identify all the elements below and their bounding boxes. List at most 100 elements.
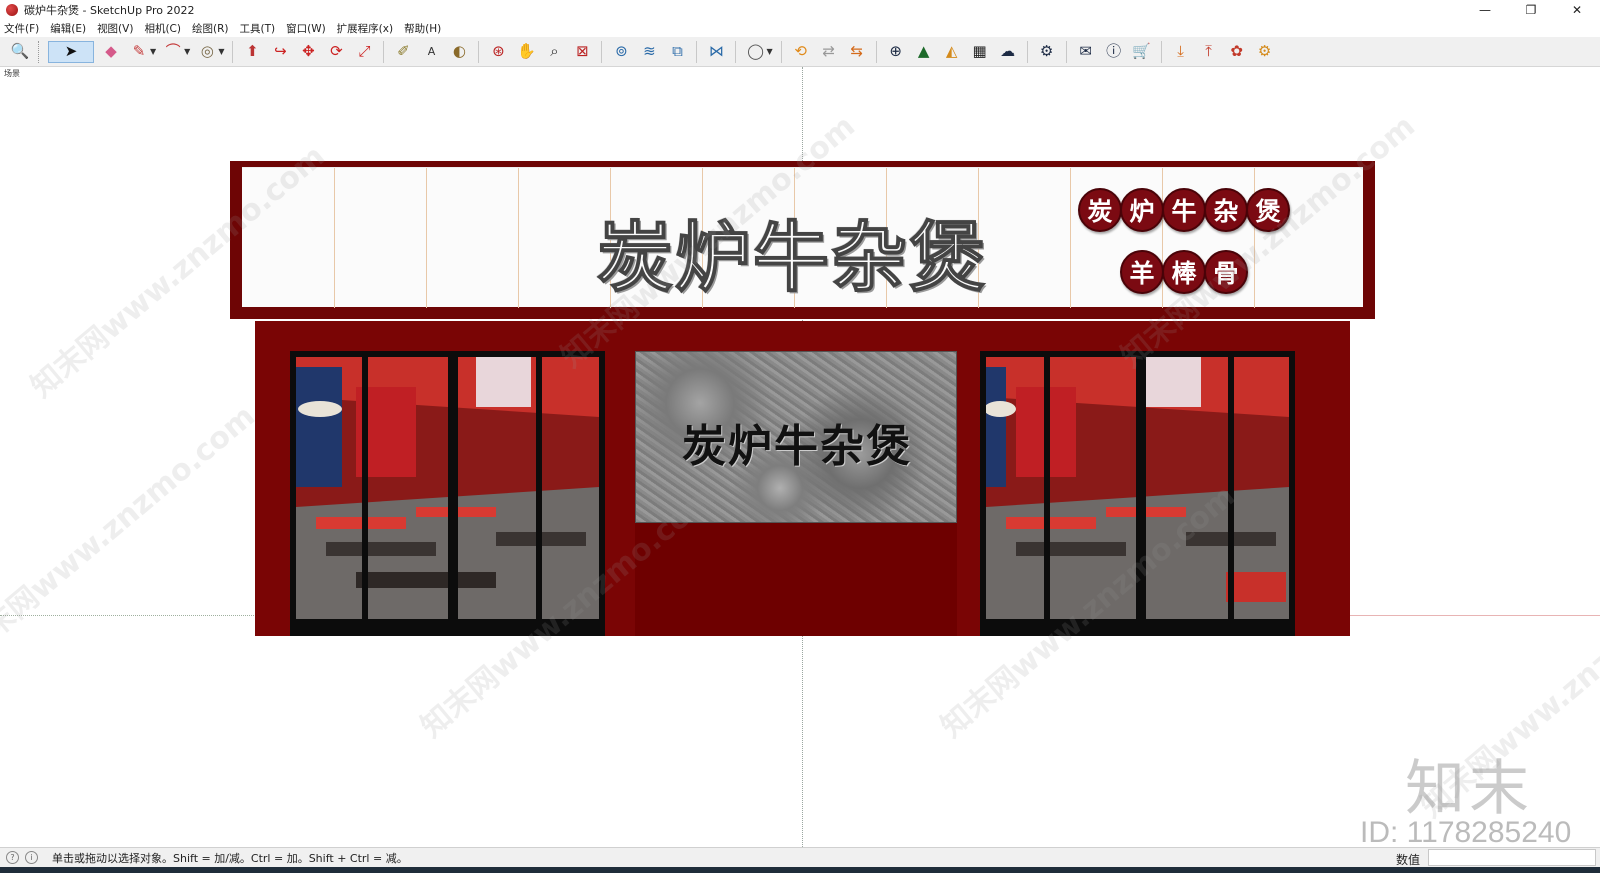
restore-button[interactable]: ❐ [1508, 0, 1554, 20]
cloud-upload-icon[interactable]: ☁ [997, 41, 1019, 63]
section-plane-icon[interactable]: ⊚ [610, 41, 632, 63]
sign-badge: 杂 [1204, 188, 1248, 232]
credits-icon[interactable]: i [25, 851, 38, 864]
account-icon[interactable]: ◯ [744, 41, 766, 63]
render-icon[interactable]: ✿ [1226, 41, 1248, 63]
sketchup-window: 碳炉牛杂煲 - SketchUp Pro 2022 — ❐ ✕ 文件(F) 编辑… [0, 0, 1600, 873]
brand-id-watermark: ID: 1178285240 [1360, 816, 1572, 849]
brand-watermark: 知末 [1405, 754, 1533, 824]
menu-window[interactable]: 窗口(W) [286, 21, 326, 36]
layers-icon[interactable]: ≋ [638, 41, 660, 63]
close-button[interactable]: ✕ [1554, 0, 1600, 20]
rotate-icon[interactable]: ⟳ [325, 41, 347, 63]
status-bar: ? i 单击或拖动以选择对象。Shift = 加/减。Ctrl = 加。Shif… [0, 847, 1600, 867]
info-icon[interactable]: ⓘ [1103, 41, 1125, 63]
menu-bar: 文件(F) 编辑(E) 视图(V) 相机(C) 绘图(R) 工具(T) 窗口(W… [0, 20, 1600, 37]
paint-bucket-icon[interactable]: ◐ [448, 41, 470, 63]
chevron-down-icon[interactable]: ▼ [218, 47, 224, 56]
main-toolbar: 🔍 ➤ ◆ ✎ ▼ ⌒ ▼ ◎ ▼ ⬆ ↪ ✥ ⟳ ⤢ ✐ A ◐ ⊛ ✋ ⌕ … [0, 37, 1600, 67]
door-glass-left [296, 357, 599, 619]
settings-icon[interactable]: ⚙ [1036, 41, 1058, 63]
measurements-label: 数值 [1396, 853, 1421, 867]
sign-panel-divider [1162, 168, 1163, 308]
menu-draw[interactable]: 绘图(R) [192, 21, 229, 36]
warehouse-icon[interactable]: ⟲ [790, 41, 812, 63]
menu-tools[interactable]: 工具(T) [239, 21, 275, 36]
checker-icon[interactable]: ▦ [969, 41, 991, 63]
sign-badge: 炭 [1078, 188, 1122, 232]
facade-wall: 炭炉牛杂煲 [255, 321, 1350, 636]
styles-icon[interactable]: ⧉ [666, 41, 688, 63]
push-pull-icon[interactable]: ⬆ [241, 41, 263, 63]
red-axis-line [1349, 615, 1600, 616]
sign-badge: 羊 [1120, 250, 1164, 294]
scale-icon[interactable]: ⤢ [353, 41, 375, 63]
follow-me-icon[interactable]: ↪ [269, 41, 291, 63]
chevron-down-icon[interactable]: ▼ [150, 47, 156, 56]
sign-badge: 煲 [1246, 188, 1290, 232]
export-icon[interactable]: ⤒ [1198, 41, 1220, 63]
geolocation-icon[interactable]: ? [6, 851, 19, 864]
minimize-button[interactable]: — [1462, 0, 1508, 20]
chevron-down-icon[interactable]: ▼ [184, 47, 190, 56]
left-glass-door[interactable] [290, 351, 605, 636]
sign-band: 炭炉牛杂煲 炭 炉 牛 杂 煲 羊 棒 骨 [230, 161, 1375, 319]
toolbar-divider [1160, 40, 1162, 63]
select-icon[interactable]: ➤ [48, 40, 94, 63]
pan-icon[interactable]: ✋ [515, 41, 537, 63]
scene-icon[interactable]: ⇆ [846, 41, 868, 63]
door-glass-right [986, 357, 1289, 619]
arc-icon[interactable]: ⌒ [162, 41, 184, 63]
model-viewport[interactable]: 炭炉牛杂煲 炭 炉 牛 杂 煲 羊 棒 骨 炭炉牛杂煲 知末网www.znzmo… [0, 67, 1600, 847]
toolbar-divider [383, 40, 385, 63]
right-glass-door[interactable] [980, 351, 1295, 636]
app-logo-icon [6, 4, 18, 16]
menu-camera[interactable]: 相机(C) [144, 21, 181, 36]
import-icon[interactable]: ⤓ [1170, 41, 1192, 63]
zoom-icon[interactable]: ⌕ [543, 41, 565, 63]
sign-panel-divider [518, 168, 519, 308]
toolbar-divider [478, 40, 480, 63]
sign-badge: 牛 [1162, 188, 1206, 232]
gears-icon[interactable]: ⚙ [1254, 41, 1276, 63]
move-icon[interactable]: ✥ [297, 41, 319, 63]
toolbar-divider [1065, 40, 1067, 63]
text-icon[interactable]: A [420, 41, 442, 63]
toolbar-divider [1026, 40, 1028, 63]
eraser-icon[interactable]: ◆ [100, 41, 122, 63]
zoom-extents-icon[interactable]: 🔍 [9, 41, 31, 63]
sign-panel-divider [1254, 168, 1255, 308]
components-icon[interactable]: ⋈ [705, 41, 727, 63]
add-icon[interactable]: ⊕ [885, 41, 907, 63]
window-title: 碳炉牛杂煲 - SketchUp Pro 2022 [24, 4, 195, 17]
terrain-icon[interactable]: ◭ [941, 41, 963, 63]
restaurant-interior-image [986, 357, 1289, 619]
tree-icon[interactable]: ▲ [913, 41, 935, 63]
menu-file[interactable]: 文件(F) [4, 21, 39, 36]
sign-panel-divider [426, 168, 427, 308]
title-bar: 碳炉牛杂煲 - SketchUp Pro 2022 — ❐ ✕ [0, 0, 1600, 20]
tape-measure-icon[interactable]: ✐ [392, 41, 414, 63]
pencil-icon[interactable]: ✎ [128, 41, 150, 63]
shape-icon[interactable]: ◎ [196, 41, 218, 63]
stone-panel: 炭炉牛杂煲 [635, 351, 957, 523]
sync-icon[interactable]: ⇄ [818, 41, 840, 63]
sign-badge: 棒 [1162, 250, 1206, 294]
toolbar-divider [601, 40, 603, 63]
toolbar-divider [735, 40, 737, 63]
orbit-icon[interactable]: ⊛ [487, 41, 509, 63]
menu-help[interactable]: 帮助(H) [404, 21, 441, 36]
mail-icon[interactable]: ✉ [1075, 41, 1097, 63]
measurements-input[interactable] [1428, 849, 1596, 866]
scene-tab[interactable]: 场景 [4, 68, 20, 79]
menu-extensions[interactable]: 扩展程序(x) [337, 21, 393, 36]
toolbar-divider [232, 40, 234, 63]
menu-edit[interactable]: 编辑(E) [50, 21, 86, 36]
restaurant-interior-image [296, 357, 599, 619]
storefront-model[interactable]: 炭炉牛杂煲 炭 炉 牛 杂 煲 羊 棒 骨 炭炉牛杂煲 [230, 161, 1375, 636]
cart-icon[interactable]: 🛒 [1131, 41, 1153, 63]
zoom-window-icon[interactable]: ⊠ [571, 41, 593, 63]
menu-view[interactable]: 视图(V) [97, 21, 133, 36]
chevron-down-icon[interactable]: ▼ [766, 47, 772, 56]
sign-badge: 骨 [1204, 250, 1248, 294]
